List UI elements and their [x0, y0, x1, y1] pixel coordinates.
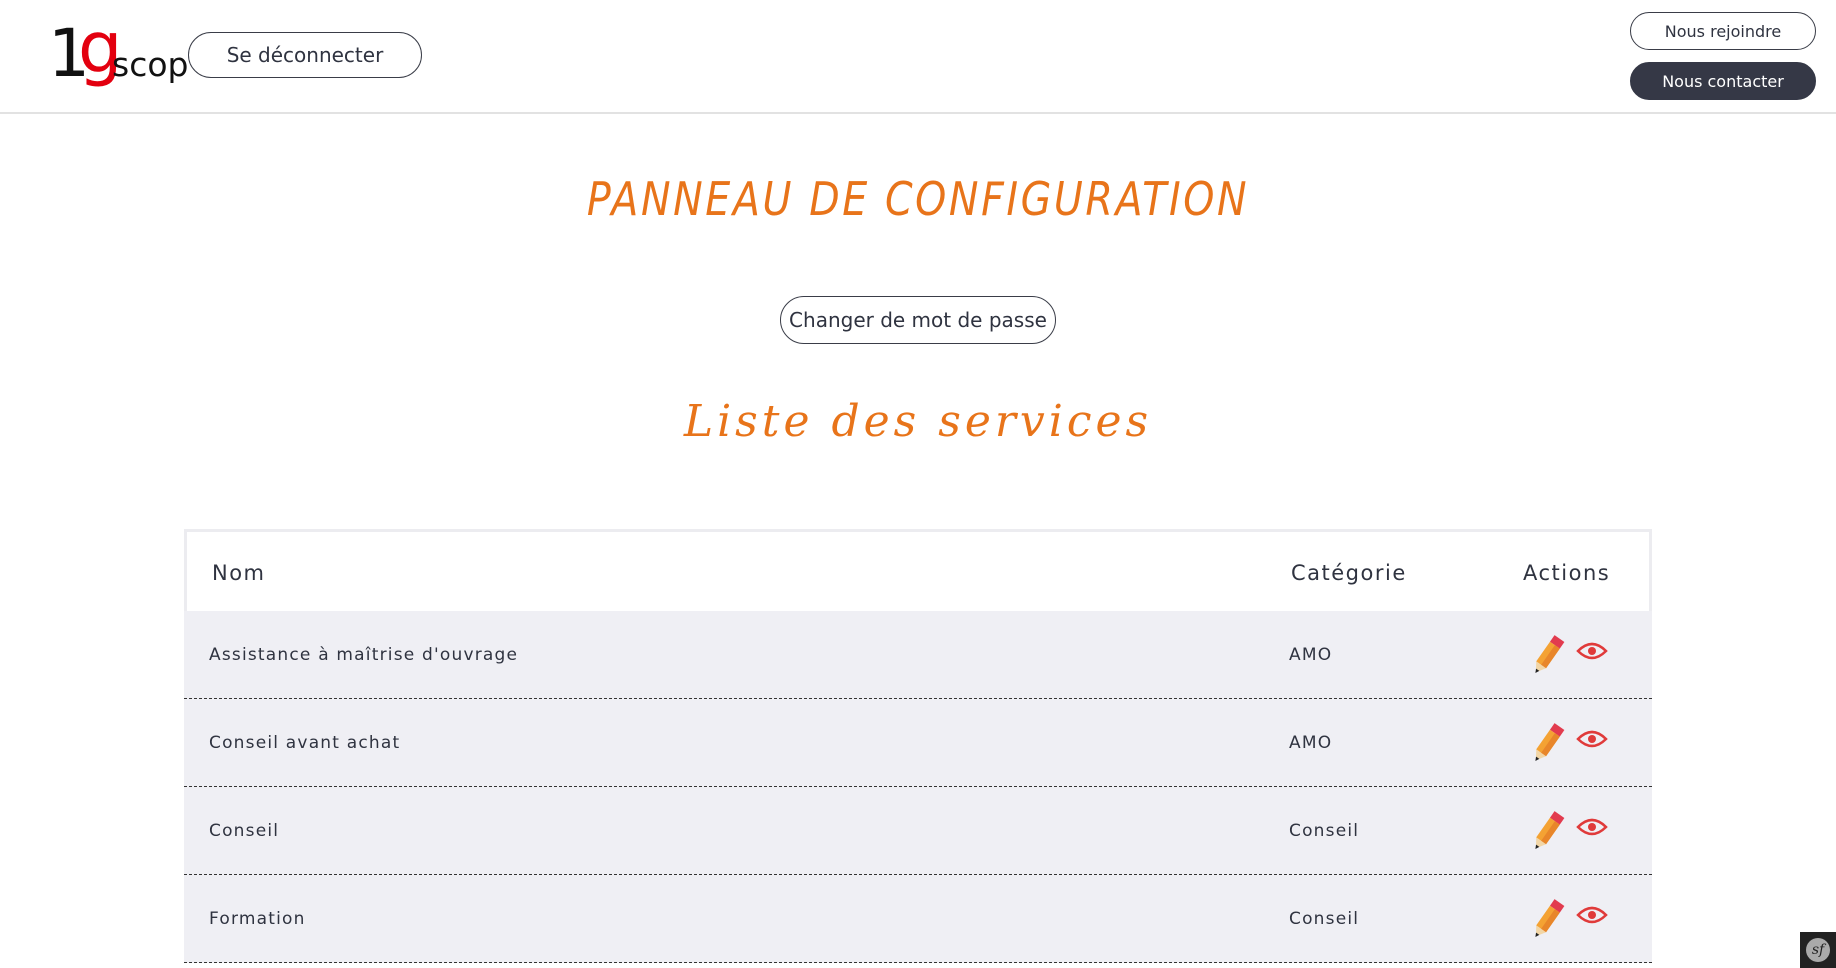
- join-button[interactable]: Nous rejoindre: [1630, 12, 1816, 50]
- logo-scop: scop: [112, 45, 189, 84]
- symfony-icon: sf: [1806, 938, 1830, 962]
- pencil-icon[interactable]: [1530, 897, 1566, 941]
- contact-button[interactable]: Nous contacter: [1630, 62, 1816, 100]
- site-header: 1 g scop Se déconnecter Nous rejoindre N…: [0, 0, 1836, 114]
- eye-icon[interactable]: [1576, 639, 1608, 663]
- row-actions: [1530, 611, 1608, 699]
- pencil-icon[interactable]: [1530, 721, 1566, 765]
- header-name: Nom: [212, 561, 266, 585]
- service-name: Conseil: [209, 821, 280, 841]
- table-row: Assistance à maîtrise d'ouvrage AMO: [184, 611, 1652, 699]
- services-table: Nom Catégorie Actions Assistance à maîtr…: [184, 529, 1652, 963]
- row-actions: [1530, 787, 1608, 875]
- logo[interactable]: 1 g scop: [48, 8, 188, 94]
- table-row: Conseil Conseil: [184, 787, 1652, 875]
- eye-icon[interactable]: [1576, 815, 1608, 839]
- table-header: Nom Catégorie Actions: [184, 529, 1652, 611]
- table-row: Formation Conseil: [184, 875, 1652, 963]
- service-category: AMO: [1289, 645, 1333, 665]
- eye-icon[interactable]: [1576, 903, 1608, 927]
- logout-button[interactable]: Se déconnecter: [188, 32, 422, 78]
- table-row: Conseil avant achat AMO: [184, 699, 1652, 787]
- pencil-icon[interactable]: [1530, 633, 1566, 677]
- pencil-icon[interactable]: [1530, 809, 1566, 853]
- service-name: Conseil avant achat: [209, 733, 401, 753]
- eye-icon[interactable]: [1576, 727, 1608, 751]
- page-title: PANNEAU DE CONFIGURATION: [586, 172, 1250, 226]
- service-category: AMO: [1289, 733, 1333, 753]
- header-actions: Actions: [1523, 561, 1611, 585]
- symfony-debug-toolbar-toggle[interactable]: sf: [1800, 932, 1836, 968]
- header-category: Catégorie: [1291, 561, 1407, 585]
- service-category: Conseil: [1289, 909, 1360, 929]
- service-name: Formation: [209, 909, 306, 929]
- service-category: Conseil: [1289, 821, 1360, 841]
- row-actions: [1530, 699, 1608, 787]
- row-actions: [1530, 875, 1608, 963]
- change-password-button[interactable]: Changer de mot de passe: [780, 296, 1056, 344]
- service-name: Assistance à maîtrise d'ouvrage: [209, 645, 519, 665]
- services-title: Liste des services: [683, 396, 1153, 447]
